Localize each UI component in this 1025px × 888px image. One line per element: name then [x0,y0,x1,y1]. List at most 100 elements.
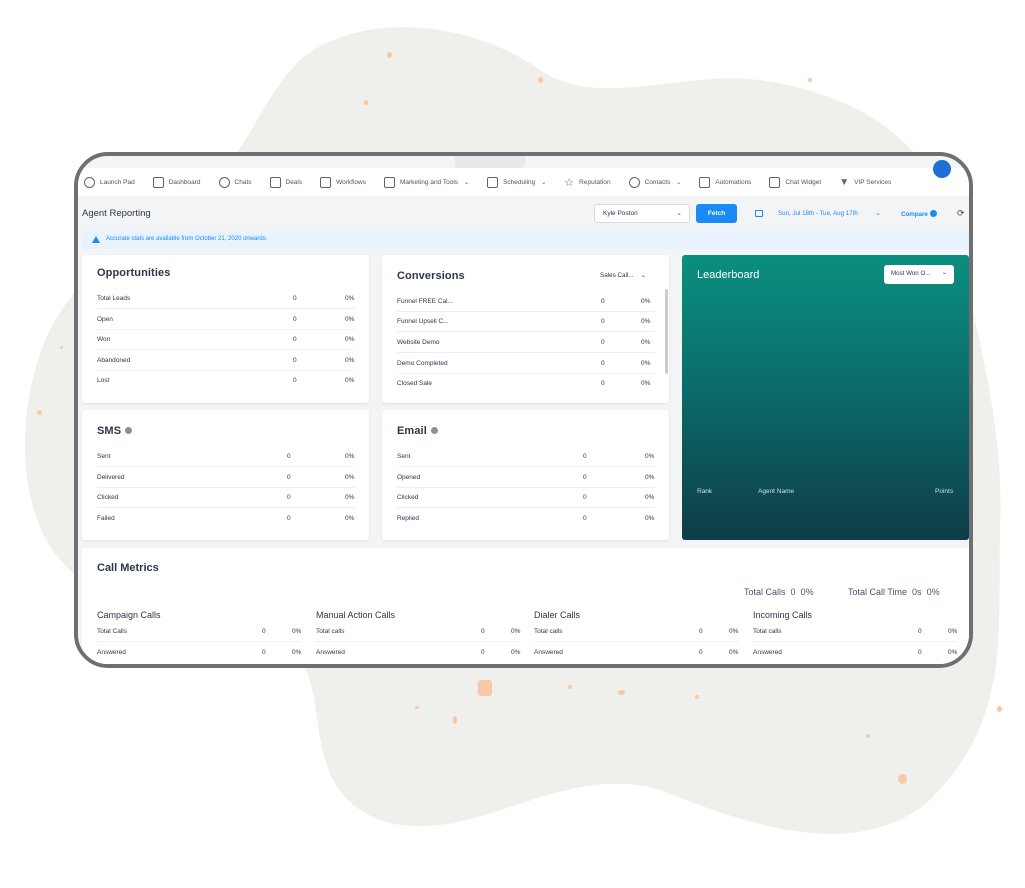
call-metrics-card: Call Metrics Total Calls 0 0% Total Call… [82,548,969,664]
conversions-title: Conversions [397,270,465,282]
decor-speck [808,78,812,82]
help-icon [929,210,937,217]
nav-item-automations[interactable]: Automations [699,176,751,188]
compare-button[interactable]: Compare [901,210,937,218]
rocket-icon [84,176,95,188]
dashboard-icon [152,176,164,188]
nav-item-chat-widget[interactable]: Chat Widget [769,176,821,188]
scrollbar[interactable] [665,289,668,374]
table-row: Total calls 0 0% [753,622,957,642]
avatar[interactable] [933,160,951,178]
email-title: Email [397,425,438,437]
decor-speck [60,346,63,349]
chevron-down-icon[interactable]: ⌄ [875,209,881,217]
decor-speck [478,680,492,696]
widget-icon [769,176,781,188]
page-title: Agent Reporting [82,208,151,219]
info-notice: Accurate stats are available from Octobe… [82,231,969,249]
leaderboard-rank-header: Rank [697,488,713,495]
manual-action-calls-title: Manual Action Calls [316,610,396,620]
table-row: Answered 0 0% [316,649,521,656]
total-calls-summary: Total Calls 0 0% [744,587,814,597]
decor-speck [568,685,572,689]
nav-item-chats[interactable]: Chats [218,176,252,188]
table-row: Sent 0 0% [97,447,355,467]
toolbox-icon [383,176,395,188]
chevron-down-icon: ⌄ [676,210,682,217]
table-row: Clicked 0 0% [397,488,655,508]
table-row: Delivered 0 0% [97,468,355,488]
campaign-calls-title: Campaign Calls [97,610,161,620]
opportunities-title: Opportunities [97,267,171,279]
leaderboard-points-header: Points [935,488,954,495]
nav-item-deals[interactable]: Deals [269,176,302,188]
nav-item-dashboard[interactable]: Dashboard [152,176,201,188]
table-row: Demo Completed 0 0% [397,354,655,374]
table-row: Total calls 0 0% [534,622,738,642]
table-row: Website Demo 0 0% [397,333,655,353]
table-row: Abandoned 0 0% [97,351,355,371]
user-select[interactable]: Kyle Poston ⌄ [594,204,690,223]
help-icon[interactable] [125,427,133,434]
decor-speck [453,716,457,724]
nav-item-marketing[interactable]: Marketing and Tools ⌄ [383,176,470,188]
table-row: Opened 0 0% [397,468,655,488]
table-row: Failed 0 0% [97,515,355,522]
decor-speck [364,100,368,105]
filter-icon: ▼ [839,176,850,188]
table-row: Funnel Upsell C... 0 0% [397,312,655,332]
notice-text: Accurate stats are available from Octobe… [106,236,268,242]
chevron-down-icon: ⌄ [640,272,646,279]
branch-icon [699,176,711,188]
conversions-dropdown[interactable]: Sales Call... ⌄ [600,272,646,279]
email-card: Email Sent 0 0% Opened 0 0% Clicked 0 0% Repli… [382,410,669,540]
chevron-down-icon: ⌄ [676,179,682,186]
incoming-calls-title: Incoming Calls [753,610,813,620]
decor-speck [898,774,907,784]
call-metrics-title: Call Metrics [97,562,159,574]
table-row: Open 0 0% [97,310,355,330]
table-row: Won 0 0% [97,330,355,350]
deals-icon [269,176,281,188]
chevron-down-icon: ⌄ [541,179,547,186]
table-row: Sent 0 0% [397,447,655,467]
table-row: Clicked 0 0% [97,488,355,508]
decor-speck [387,52,392,58]
decor-speck [415,706,419,709]
decor-speck [866,734,870,738]
fetch-button[interactable]: Fetch [696,204,737,223]
date-range-picker[interactable]: Sun, Jul 18th - Tue, Aug 17th [778,210,858,217]
device-frame: Launch Pad Dashboard Chats Deals Workflo… [74,152,973,668]
chevron-down-icon: ⌄ [941,269,947,276]
sms-title: SMS [97,425,133,437]
leaderboard-title: Leaderboard [697,269,760,281]
nav-item-vip-services[interactable]: ▼ VIP Services [839,177,891,188]
sms-card: SMS Sent 0 0% Delivered 0 0% Clicked 0 0% Fail… [82,410,369,540]
table-row: Answered 0 0% [97,649,302,656]
table-row: Funnel FREE Cal... 0 0% [397,292,655,312]
chevron-down-icon: ⌄ [464,179,470,186]
leaderboard-agent-header: Agent Name [758,488,795,495]
user-icon [628,176,640,188]
mockup-stage: Launch Pad Dashboard Chats Deals Workflo… [0,0,1025,888]
table-row: Answered 0 0% [753,649,958,656]
table-row: Total calls 0 0% [316,622,520,642]
chat-icon [218,176,230,188]
nav-item-workflows[interactable]: Workflows [320,176,366,188]
top-tab-stub [455,156,525,168]
table-row: Lost 0 0% [97,377,355,384]
conversions-card: Conversions Sales Call... ⌄ Funnel FREE C… [382,255,669,403]
warning-icon [92,236,100,243]
help-icon[interactable] [430,427,438,434]
table-row: Replied 0 0% [397,515,655,522]
leaderboard-dropdown[interactable]: Most Won O... ⌄ [884,265,954,284]
table-row: Total Calls 0 0% [97,622,301,642]
nav-item-scheduling[interactable]: Scheduling ⌄ [487,176,547,188]
opportunities-card: Opportunities Total Leads 0 0% Open 0 0% Won… [82,255,369,403]
nav-item-contacts[interactable]: Contacts ⌄ [628,176,682,188]
nav-item-launch-pad[interactable]: Launch Pad [84,176,135,188]
app-screen: Launch Pad Dashboard Chats Deals Workflo… [78,156,969,664]
refresh-icon[interactable]: ⟳ [957,208,965,219]
nav-item-reputation[interactable]: ☆ Reputation [564,176,610,189]
table-row: Total Leads 0 0% [97,289,355,309]
